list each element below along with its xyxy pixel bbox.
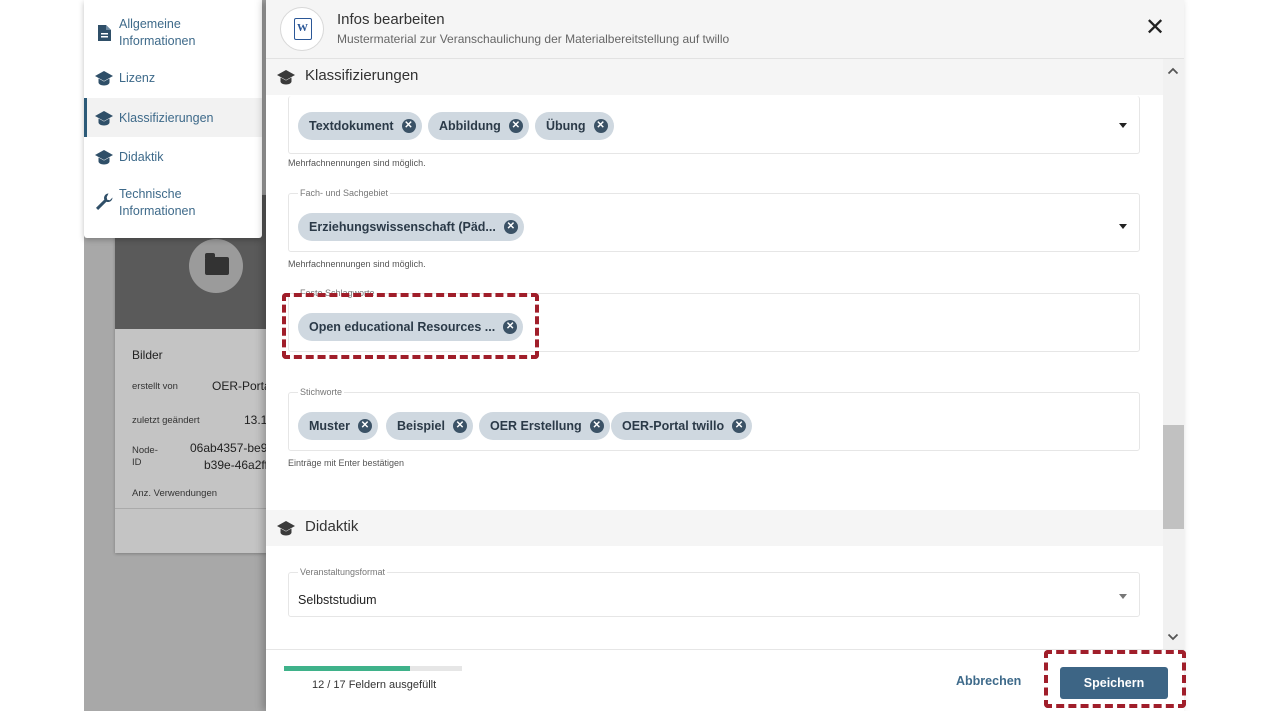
remove-chip-icon[interactable]: ✕ (508, 119, 523, 133)
chip: Abbildung ✕ (428, 112, 529, 140)
dropdown-arrow-icon[interactable] (1119, 123, 1127, 128)
remove-chip-icon[interactable]: ✕ (593, 119, 608, 133)
graduation-cap-icon (95, 71, 113, 86)
chip: Textdokument ✕ (298, 112, 422, 140)
nav-item-technische-informationen[interactable]: Technische Informationen (84, 178, 262, 228)
field-label: Stichworte (298, 387, 345, 397)
progress-text: 12 / 17 Feldern ausgefüllt (312, 679, 437, 691)
nav-item-lizenz[interactable]: Lizenz (84, 59, 262, 97)
section-header-didaktik: Didaktik (266, 510, 1163, 546)
section-title: Didaktik (305, 518, 359, 535)
stichworte-field[interactable]: Stichworte Muster ✕ Beispiel ✕ OER Erste… (288, 387, 1140, 451)
materialart-field[interactable]: Textdokument ✕ Abbildung ✕ Übung ✕ (288, 96, 1140, 154)
chip-label: Textdokument (309, 119, 394, 133)
graduation-cap-icon (95, 150, 113, 165)
scrollbar[interactable] (1163, 59, 1184, 649)
folder-icon (205, 253, 229, 275)
dropdown-arrow-icon[interactable] (1119, 224, 1127, 229)
dropdown-arrow-icon[interactable] (1119, 594, 1127, 599)
chip: Erziehungswissenschaft (Päd... ✕ (298, 213, 524, 241)
chip: OER-Portal twillo ✕ (611, 412, 753, 440)
wrench-icon (96, 193, 113, 210)
highlight-save-button (1044, 650, 1186, 708)
progress-fill (284, 666, 410, 671)
word-document-icon: W (280, 7, 324, 51)
field-label: Veranstaltungsformat (298, 567, 388, 577)
node-id-value-1: 06ab4357-be9c (190, 441, 274, 455)
usage-label: Anz. Verwendungen (132, 488, 218, 499)
graduation-cap-icon (95, 111, 113, 126)
created-by-value: OER-Porta (212, 379, 271, 393)
chip-label: OER-Portal twillo (622, 419, 725, 433)
modified-value: 13.1 (244, 413, 268, 427)
chip: Übung ✕ (535, 112, 614, 140)
veranstaltungsformat-select[interactable]: Veranstaltungsformat Selbststudium (288, 567, 1140, 617)
remove-chip-icon[interactable]: ✕ (589, 419, 604, 433)
progress-bar (284, 666, 462, 671)
nav-label: Lizenz (119, 71, 156, 85)
created-by-label: erstellt von (132, 381, 178, 392)
scrollbar-thumb[interactable] (1163, 425, 1184, 529)
nav-label: Klassifizierungen (119, 111, 214, 125)
chip-label: Beispiel (397, 419, 445, 433)
highlight-schlagworte (282, 293, 539, 359)
file-icon: W (294, 18, 312, 40)
fachgebiet-field[interactable]: Fach- und Sachgebiet Erziehungswissensch… (288, 188, 1140, 252)
node-id-label: Node- ID (132, 445, 158, 468)
chip: Muster ✕ (298, 412, 378, 440)
chip-label: Übung (546, 119, 586, 133)
dialog-title: Infos bearbeiten (337, 11, 445, 28)
modified-label: zuletzt geändert (132, 415, 200, 426)
dialog-header: W Infos bearbeiten Mustermaterial zur Ve… (266, 0, 1184, 59)
select-value: Selbststudium (298, 593, 377, 607)
remove-chip-icon[interactable]: ✕ (732, 419, 747, 433)
graduation-cap-icon (277, 70, 295, 85)
remove-chip-icon[interactable]: ✕ (357, 419, 372, 433)
chevron-down-icon[interactable] (1167, 631, 1179, 643)
chip-label: Erziehungswissenschaft (Päd... (309, 220, 496, 234)
folder-badge (189, 239, 243, 293)
remove-chip-icon[interactable]: ✕ (401, 119, 416, 133)
cancel-button[interactable]: Abbrechen (956, 674, 1021, 688)
screen: Bilder erstellt von OER-Porta zuletzt ge… (0, 0, 1266, 711)
close-button[interactable]: ✕ (1144, 16, 1166, 40)
chip-label: Muster (309, 419, 350, 433)
field-hint: Mehrfachnennungen sind möglich. (288, 259, 426, 269)
chip-label: Abbildung (439, 119, 501, 133)
nav-item-allgemeine-informationen[interactable]: Allgemeine Informationen (84, 8, 262, 58)
card-title: Bilder (132, 348, 163, 362)
dialog-subtitle: Mustermaterial zur Veranschaulichung der… (337, 32, 730, 46)
field-label: Fach- und Sachgebiet (298, 188, 391, 198)
node-id-value-2: b39e-46a2ff (204, 458, 268, 472)
field-hint: Mehrfachnennungen sind möglich. (288, 158, 426, 168)
word-letter: W (297, 22, 308, 34)
section-navigation: Allgemeine Informationen Lizenz Klassifi… (84, 0, 262, 238)
nav-label: Allgemeine Informationen (119, 17, 196, 48)
chip-label: OER Erstellung (490, 419, 582, 433)
nav-label: Didaktik (119, 150, 164, 164)
section-title: Klassifizierungen (305, 67, 419, 84)
chevron-up-icon[interactable] (1167, 65, 1179, 77)
remove-chip-icon[interactable]: ✕ (503, 220, 518, 234)
card-divider (115, 508, 267, 509)
nav-label: Technische Informationen (119, 187, 196, 218)
document-icon (98, 25, 111, 41)
nav-item-didaktik[interactable]: Didaktik (84, 138, 262, 176)
remove-chip-icon[interactable]: ✕ (452, 419, 467, 433)
section-header-klassifizierungen: Klassifizierungen (266, 59, 1163, 95)
field-hint: Einträge mit Enter bestätigen (288, 458, 405, 468)
nav-item-klassifizierungen[interactable]: Klassifizierungen (84, 98, 262, 137)
graduation-cap-icon (277, 521, 295, 536)
background-file-card[interactable]: Bilder erstellt von OER-Porta zuletzt ge… (115, 195, 273, 553)
chip: OER Erstellung ✕ (479, 412, 610, 440)
chip: Beispiel ✕ (386, 412, 473, 440)
